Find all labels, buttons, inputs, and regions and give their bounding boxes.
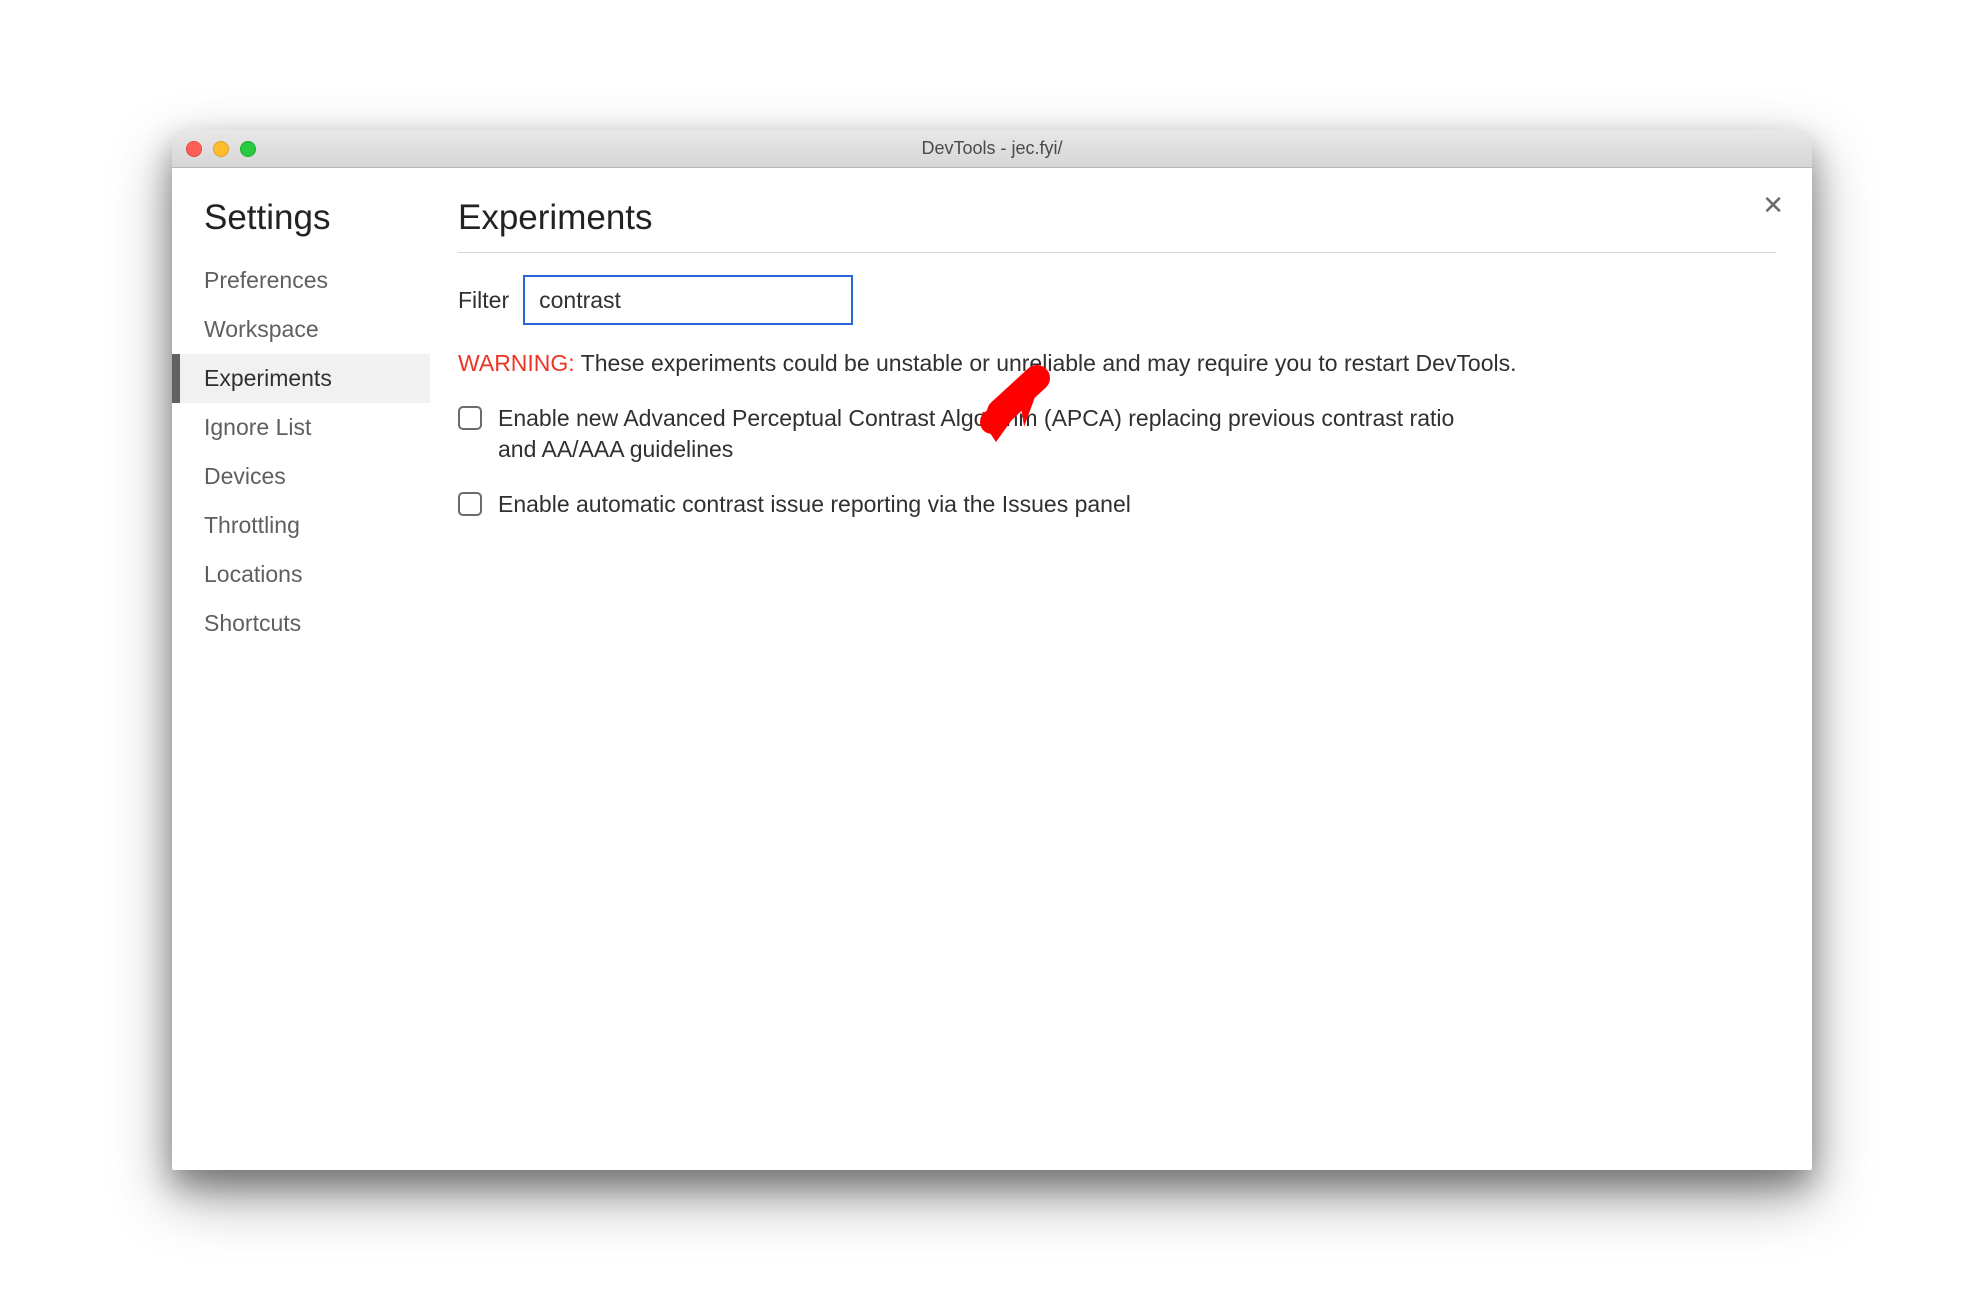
sidebar-item-shortcuts[interactable]: Shortcuts [172,599,430,648]
experiment-item: Enable new Advanced Perceptual Contrast … [458,403,1776,465]
sidebar-item-locations[interactable]: Locations [172,550,430,599]
window-titlebar: DevTools - jec.fyi/ [172,130,1812,168]
warning-prefix: WARNING: [458,350,575,376]
sidebar-item-preferences[interactable]: Preferences [172,256,430,305]
warning-body: These experiments could be unstable or u… [575,350,1517,376]
sidebar-item-throttling[interactable]: Throttling [172,501,430,550]
sidebar-item-workspace[interactable]: Workspace [172,305,430,354]
experiment-checkbox-apca[interactable] [458,406,482,430]
experiment-label: Enable automatic contrast issue reportin… [498,489,1131,520]
experiment-item: Enable automatic contrast issue reportin… [458,489,1776,520]
warning-message: WARNING: These experiments could be unst… [458,347,1776,379]
window-title: DevTools - jec.fyi/ [172,138,1812,159]
traffic-lights [172,141,256,157]
window-minimize-button[interactable] [213,141,229,157]
filter-input[interactable] [523,275,853,325]
experiment-label: Enable new Advanced Perceptual Contrast … [498,403,1498,465]
settings-main-panel: Experiments Filter WARNING: These experi… [430,192,1812,1170]
experiment-checkbox-issues[interactable] [458,492,482,516]
window-zoom-button[interactable] [240,141,256,157]
filter-row: Filter [458,275,1776,325]
sidebar-item-devices[interactable]: Devices [172,452,430,501]
settings-content: ✕ Settings Preferences Workspace Experim… [172,168,1812,1170]
page-title: Experiments [458,198,1776,253]
close-icon[interactable]: ✕ [1762,192,1784,218]
window-close-button[interactable] [186,141,202,157]
filter-label: Filter [458,287,509,314]
sidebar-title: Settings [172,198,430,256]
sidebar-item-experiments[interactable]: Experiments [172,354,430,403]
sidebar-item-ignore-list[interactable]: Ignore List [172,403,430,452]
devtools-window: DevTools - jec.fyi/ ✕ Settings Preferenc… [172,130,1812,1170]
settings-sidebar: Settings Preferences Workspace Experimen… [172,192,430,1170]
